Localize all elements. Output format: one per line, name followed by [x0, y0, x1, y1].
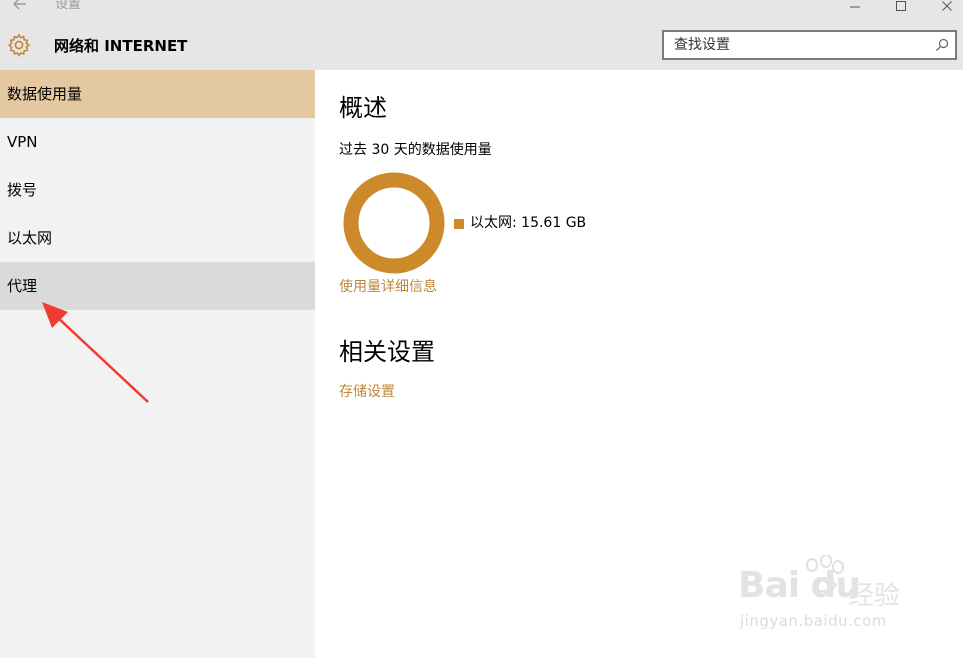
page-title: 网络和 INTERNET: [54, 37, 188, 55]
sidebar-item-label: 以太网: [7, 229, 53, 247]
sidebar-item-dial-up[interactable]: 拨号: [0, 166, 315, 214]
watermark-url: jingyan.baidu.com: [740, 612, 887, 630]
usage-details-link[interactable]: 使用量详细信息: [339, 279, 437, 296]
storage-settings-link[interactable]: 存储设置: [339, 384, 395, 401]
sidebar-item-ethernet[interactable]: 以太网: [0, 214, 315, 262]
minimize-icon: [850, 6, 860, 8]
search-icon[interactable]: [935, 38, 949, 52]
usage-caption: 过去 30 天的数据使用量: [339, 142, 492, 158]
sidebar-item-label: 代理: [7, 277, 38, 295]
search-input[interactable]: 查找设置: [662, 30, 957, 60]
close-button[interactable]: [932, 0, 962, 16]
annotation-arrow: [42, 302, 149, 403]
section-header: 网络和 INTERNET 查找设置: [0, 20, 963, 70]
title-bar: 设置: [0, 0, 963, 20]
window-title: 设置: [55, 0, 82, 12]
legend-swatch: [454, 218, 464, 229]
legend-label: 以太网: 15.61 GB: [470, 215, 587, 231]
minimize-button[interactable]: [840, 0, 870, 16]
back-arrow-icon: [13, 0, 26, 10]
sidebar-item-label: 拨号: [7, 181, 38, 199]
sidebar-item-data-usage[interactable]: 数据使用量: [0, 70, 315, 118]
back-button[interactable]: [8, 0, 32, 14]
search-placeholder: 查找设置: [674, 37, 730, 53]
data-usage-donut-chart: [343, 172, 445, 274]
usage-legend: 以太网: 15.61 GB: [454, 215, 586, 232]
overview-heading: 概述: [339, 94, 387, 122]
maximize-icon: [896, 1, 906, 11]
watermark-brand: Bai du: [738, 565, 861, 606]
donut-segment-ethernet: [343, 172, 445, 274]
related-settings-heading: 相关设置: [339, 338, 435, 366]
sidebar-item-vpn[interactable]: VPN: [0, 118, 315, 166]
sidebar-item-label: 数据使用量: [7, 85, 83, 103]
gear-icon: [7, 33, 31, 57]
watermark-brand-suffix: 经验: [848, 581, 901, 611]
sidebar-item-label: VPN: [7, 133, 38, 151]
close-icon: [942, 1, 952, 11]
maximize-button[interactable]: [886, 0, 916, 16]
